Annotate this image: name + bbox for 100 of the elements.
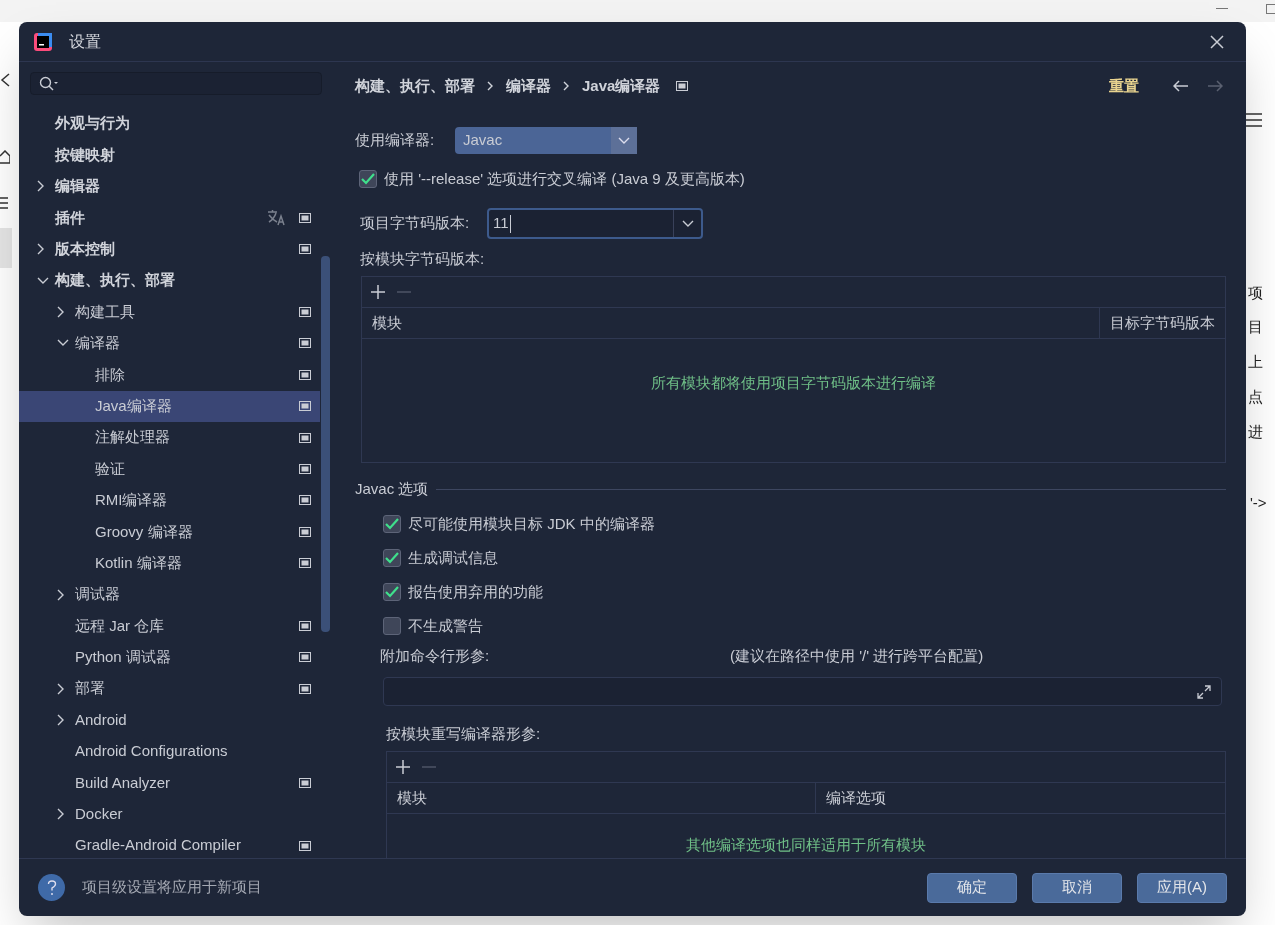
dialog-button[interactable]: 应用(A) bbox=[1137, 872, 1227, 903]
tree-item[interactable]: 编译器 bbox=[19, 327, 320, 360]
tree-item[interactable]: Java编译器 bbox=[19, 390, 320, 422]
tree-item[interactable]: 版本控制 bbox=[19, 233, 320, 265]
column-header[interactable]: 编译选项 bbox=[826, 786, 886, 810]
dialog-button[interactable]: 取消 bbox=[1032, 872, 1122, 903]
tree-item[interactable]: Python 调试器 bbox=[19, 641, 320, 674]
tree-item[interactable]: 调试器 bbox=[19, 578, 320, 611]
tree-item[interactable]: 排除 bbox=[19, 359, 320, 391]
chevron-right-icon[interactable] bbox=[57, 682, 65, 695]
tree-item[interactable]: 插件 bbox=[19, 202, 320, 234]
column-header[interactable]: 模块 bbox=[372, 311, 402, 335]
breadcrumb-item[interactable]: 编译器 bbox=[506, 74, 551, 98]
section-title: Javac 选项 bbox=[355, 478, 429, 499]
tree-item[interactable]: 编辑器 bbox=[19, 170, 320, 203]
tree-item[interactable]: Android bbox=[19, 704, 320, 736]
breadcrumb-item[interactable]: 构建、执行、部署 bbox=[355, 74, 475, 98]
tree-item[interactable]: 部署 bbox=[19, 673, 320, 705]
background-text: 项 bbox=[1248, 283, 1263, 303]
empty-table-message: 所有模块都将使用项目字节码版本进行编译 bbox=[651, 373, 936, 393]
checkbox[interactable] bbox=[383, 583, 401, 601]
search-icon[interactable] bbox=[39, 75, 59, 92]
chevron-down-icon[interactable] bbox=[57, 339, 69, 348]
breadcrumb-separator-icon bbox=[487, 81, 494, 91]
tree-item[interactable]: Gradle-Android Compiler bbox=[19, 830, 320, 858]
scrollbar-thumb[interactable] bbox=[321, 256, 330, 632]
tree-item[interactable]: 构建工具 bbox=[19, 296, 320, 328]
checkbox-label: 不生成警告 bbox=[408, 615, 483, 636]
checkmark-icon bbox=[361, 173, 375, 185]
checkbox-label: 尽可能使用模块目标 JDK 中的编译器 bbox=[408, 513, 655, 534]
chevron-right-icon[interactable] bbox=[57, 808, 65, 821]
bytecode-combobox[interactable]: 11 bbox=[487, 208, 703, 239]
footer-hint: 项目级设置将应用于新项目 bbox=[82, 877, 262, 898]
menu-icon[interactable] bbox=[0, 197, 8, 209]
sidebar-highlight bbox=[0, 228, 12, 268]
tree-item[interactable]: Android Configurations bbox=[19, 735, 320, 768]
field-label: 按模块重写编译器形参: bbox=[386, 723, 541, 744]
chevron-down-icon[interactable] bbox=[37, 276, 49, 285]
checkbox[interactable] bbox=[383, 549, 401, 567]
chevron-right-icon[interactable] bbox=[57, 714, 65, 727]
maximize-icon[interactable] bbox=[1266, 4, 1275, 14]
home-icon[interactable] bbox=[0, 150, 10, 164]
column-header[interactable]: 目标字节码版本 bbox=[1110, 311, 1215, 335]
tree-item[interactable]: 注解处理器 bbox=[19, 421, 320, 454]
breadcrumb-item[interactable]: Java编译器 bbox=[582, 74, 661, 98]
background-text: 点 bbox=[1248, 387, 1263, 407]
checkbox[interactable] bbox=[359, 170, 377, 188]
project-level-icon bbox=[676, 81, 689, 91]
field-label: 按模块字节码版本: bbox=[360, 248, 485, 269]
tree-item[interactable]: Docker bbox=[19, 798, 320, 830]
checkbox-label: 报告使用弃用的功能 bbox=[408, 581, 543, 602]
background-text: '-> bbox=[1250, 493, 1267, 513]
parameters-field[interactable] bbox=[383, 677, 1222, 706]
tree-item[interactable]: Build Analyzer bbox=[19, 767, 320, 799]
chevron-right-icon[interactable] bbox=[37, 180, 45, 193]
list-icon[interactable] bbox=[1246, 113, 1262, 127]
field-label: 项目字节码版本: bbox=[360, 213, 471, 234]
background-text: 进 bbox=[1248, 422, 1263, 442]
tree-item[interactable]: 外观与行为 bbox=[19, 108, 320, 140]
chevron-right-icon[interactable] bbox=[37, 243, 45, 256]
close-icon[interactable] bbox=[1210, 34, 1224, 49]
checkbox[interactable] bbox=[383, 617, 401, 635]
checkmark-icon bbox=[385, 518, 399, 530]
back-icon[interactable] bbox=[0, 73, 10, 87]
search-field[interactable] bbox=[30, 72, 322, 95]
tree-item[interactable]: RMI编译器 bbox=[19, 484, 320, 517]
checkmark-icon bbox=[385, 586, 399, 598]
chevron-right-icon[interactable] bbox=[57, 306, 65, 319]
column-header[interactable]: 模块 bbox=[397, 786, 427, 810]
background-text: 上 bbox=[1248, 352, 1263, 372]
chevron-right-icon[interactable] bbox=[57, 588, 65, 601]
tree-item[interactable]: Groovy 编译器 bbox=[19, 516, 320, 548]
question-mark-icon bbox=[46, 879, 57, 896]
tree-item[interactable]: 按键映射 bbox=[19, 139, 320, 171]
checkbox[interactable] bbox=[383, 515, 401, 533]
empty-table-message: 其他编译选项也同样适用于所有模块 bbox=[686, 835, 926, 855]
window-title: 设置 bbox=[69, 31, 101, 52]
hint-text: (建议在路径中使用 '/' 进行跨平台配置) bbox=[730, 645, 984, 666]
minimize-icon[interactable] bbox=[1216, 8, 1228, 10]
field-label: 附加命令行形参: bbox=[380, 645, 491, 666]
app-logo-icon bbox=[33, 31, 53, 52]
tree-item[interactable]: Kotlin 编译器 bbox=[19, 547, 320, 579]
add-icon[interactable] bbox=[395, 759, 411, 775]
background-text: 目 bbox=[1248, 317, 1263, 337]
tree-item[interactable]: 远程 Jar 仓库 bbox=[19, 610, 320, 642]
tree-item[interactable]: 验证 bbox=[19, 453, 320, 485]
dialog-button[interactable]: 确定 bbox=[927, 872, 1017, 903]
tree-item[interactable]: 构建、执行、部署 bbox=[19, 264, 320, 297]
checkmark-icon bbox=[385, 552, 399, 564]
expand-icon[interactable] bbox=[1197, 684, 1211, 699]
add-icon[interactable] bbox=[370, 284, 386, 300]
text-cursor bbox=[509, 214, 511, 233]
checkbox-label: 生成调试信息 bbox=[408, 547, 498, 568]
back-arrow-icon[interactable] bbox=[1173, 80, 1189, 92]
breadcrumb-separator-icon bbox=[563, 81, 570, 91]
help-icon[interactable] bbox=[38, 874, 65, 901]
reset-link[interactable]: 重置 bbox=[1109, 74, 1139, 98]
compiler-dropdown[interactable]: Javac bbox=[455, 127, 637, 154]
checkbox-label: 使用 '--release' 选项进行交叉编译 (Java 9 及更高版本) bbox=[384, 168, 745, 189]
field-label: 使用编译器: bbox=[355, 130, 436, 151]
